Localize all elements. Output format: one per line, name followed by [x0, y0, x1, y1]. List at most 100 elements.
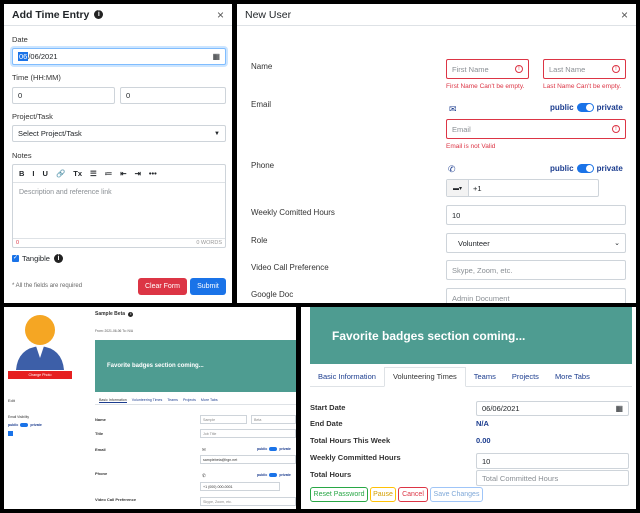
modal-header: Add Time Entry i ×: [4, 4, 232, 26]
private-label: private: [596, 103, 623, 112]
pause-button[interactable]: Pause: [370, 487, 396, 502]
notes-editor[interactable]: B I U 🔗 Tx ☰ ≔ ⇤ ⇥ ••• Description and reference …: [12, 164, 226, 248]
info-icon[interactable]: i: [128, 312, 134, 317]
email-visibility-toggle[interactable]: public private: [257, 447, 291, 451]
weekly-hours-label: Weekly Comitted Hours: [251, 208, 335, 217]
info-icon[interactable]: i: [94, 10, 104, 19]
start-date-value: 06/06/2021: [482, 404, 520, 413]
toggle-switch[interactable]: [576, 103, 594, 112]
close-icon[interactable]: ×: [621, 8, 628, 22]
clear-form-button[interactable]: Clear Form: [138, 278, 187, 295]
toolbar-button[interactable]: B: [19, 169, 24, 178]
modal-title: New User: [245, 8, 292, 21]
tab[interactable]: Teams: [466, 372, 504, 386]
toggle-switch[interactable]: [576, 164, 594, 173]
toolbar-button[interactable]: I: [32, 169, 34, 178]
total-hours-input[interactable]: Total Committed Hours: [476, 470, 629, 486]
editor-toolbar: B I U 🔗 Tx ☰ ≔ ⇤ ⇥ •••: [13, 165, 225, 183]
end-date-value: N/A: [476, 419, 489, 428]
title-input[interactable]: Job Title: [200, 429, 296, 438]
weekly-hours-input[interactable]: 10: [476, 453, 629, 469]
phone-visibility-toggle[interactable]: public private: [257, 473, 291, 477]
toolbar-button[interactable]: 🔗: [56, 169, 65, 178]
us-flag-icon[interactable]: ▬▾: [447, 180, 469, 196]
google-doc-label: Google Doc: [251, 290, 294, 299]
project-select[interactable]: Select Project/Task ▼: [12, 125, 226, 142]
word-count: 0 WORDS: [196, 240, 222, 246]
row-label-title: Title: [95, 431, 104, 436]
toolbar-button[interactable]: ☰: [90, 169, 97, 178]
last-name-placeholder: Last Name: [549, 64, 586, 74]
phone-label: Phone: [251, 161, 275, 170]
google-doc-placeholder: Admin Document: [452, 293, 510, 303]
reset-password-button[interactable]: Reset Password: [310, 487, 368, 502]
phone-input[interactable]: ▬▾ +1: [446, 179, 599, 197]
close-icon[interactable]: ×: [217, 8, 224, 22]
email-visibility-toggle[interactable]: public private: [550, 103, 623, 112]
tangible-label: Tangible: [22, 254, 50, 263]
profile-tabs: Basic Information Volunteering Times Teams…: [95, 396, 296, 405]
time-label: Time (HH:MM): [12, 73, 61, 82]
profile-page-large: Favorite badges section coming... Basic …: [301, 307, 636, 509]
first-name-error: First Name Can't be empty.: [446, 83, 525, 90]
toggle-switch[interactable]: [269, 447, 278, 451]
toolbar-button[interactable]: ≔: [105, 169, 113, 178]
save-changes-button[interactable]: Save Changes: [430, 487, 483, 502]
toggle-switch[interactable]: [20, 423, 29, 427]
phone-visibility-toggle[interactable]: public private: [550, 164, 623, 173]
tab[interactable]: More Tabs: [547, 372, 598, 386]
role-select[interactable]: Volunteer ⌄: [446, 233, 626, 253]
toolbar-button[interactable]: U: [43, 169, 48, 178]
tab[interactable]: Volunteering Times: [132, 398, 163, 402]
tab[interactable]: Basic Information: [99, 398, 127, 403]
blue-square-icon[interactable]: [8, 431, 13, 436]
tab[interactable]: Basic Information: [310, 372, 384, 386]
toolbar-button[interactable]: Tx: [73, 169, 82, 178]
last-name-error: Last Name Can't be empty.: [543, 83, 622, 90]
badges-banner: Favorite badges section coming...: [95, 340, 296, 392]
start-date-input[interactable]: 06/06/2021 ▦: [476, 401, 629, 416]
envelope-icon: ✉: [449, 104, 457, 114]
total-hours-label: Total Hours: [310, 470, 352, 479]
date-input[interactable]: 06/06/2021 ▦: [12, 48, 226, 65]
weekly-hours-input[interactable]: 10: [446, 205, 626, 225]
first-name-placeholder: First Name: [452, 64, 489, 74]
calendar-icon[interactable]: ▦: [615, 404, 623, 413]
toolbar-button[interactable]: ⇤: [120, 169, 126, 178]
email-input[interactable]: samplebeta@hgn.net: [200, 455, 296, 464]
hours-input[interactable]: 0: [12, 87, 115, 104]
add-time-entry-modal: Add Time Entry i × Date 06/06/2021 ▦ Tim…: [4, 4, 232, 303]
minutes-input[interactable]: 0: [120, 87, 226, 104]
visibility-toggle[interactable]: public private: [8, 423, 42, 427]
first-name-input[interactable]: First Name!: [446, 59, 529, 79]
change-photo-button[interactable]: Change Photo: [8, 371, 72, 379]
cancel-button[interactable]: Cancel: [398, 487, 428, 502]
profile-name: Sample Beta i: [95, 311, 134, 317]
google-doc-input[interactable]: Admin Document: [446, 288, 626, 303]
side-item[interactable]: Edit: [8, 398, 15, 403]
tangible-checkbox[interactable]: ✓: [12, 255, 19, 262]
first-name-input[interactable]: Sample: [200, 415, 247, 424]
email-input[interactable]: Email!: [446, 119, 626, 139]
date-day: 06: [18, 52, 29, 61]
email-label: Email: [251, 100, 272, 109]
toggle-switch[interactable]: [269, 473, 278, 477]
info-icon[interactable]: i: [53, 254, 63, 263]
submit-button[interactable]: Submit: [190, 278, 226, 295]
tab[interactable]: Volunteering Times: [383, 367, 466, 387]
calendar-icon[interactable]: ▦: [212, 52, 220, 61]
end-date-label: End Date: [310, 419, 343, 428]
last-name-input[interactable]: Last Name!: [543, 59, 626, 79]
video-call-input[interactable]: Skype, Zoom, etc.: [200, 497, 296, 506]
tab[interactable]: More Tabs: [201, 398, 218, 402]
name-label: Name: [251, 62, 273, 71]
toolbar-button[interactable]: ⇥: [135, 169, 141, 178]
notes-label: Notes: [12, 151, 32, 160]
tab[interactable]: Teams: [167, 398, 178, 402]
tab[interactable]: Projects: [183, 398, 196, 402]
last-name-input[interactable]: Beta: [251, 415, 296, 424]
video-call-input[interactable]: Skype, Zoom, etc.: [446, 260, 626, 280]
phone-input[interactable]: +1 (000) 000-0001: [200, 482, 280, 491]
tab[interactable]: Projects: [504, 372, 547, 386]
toolbar-button[interactable]: •••: [149, 169, 157, 178]
